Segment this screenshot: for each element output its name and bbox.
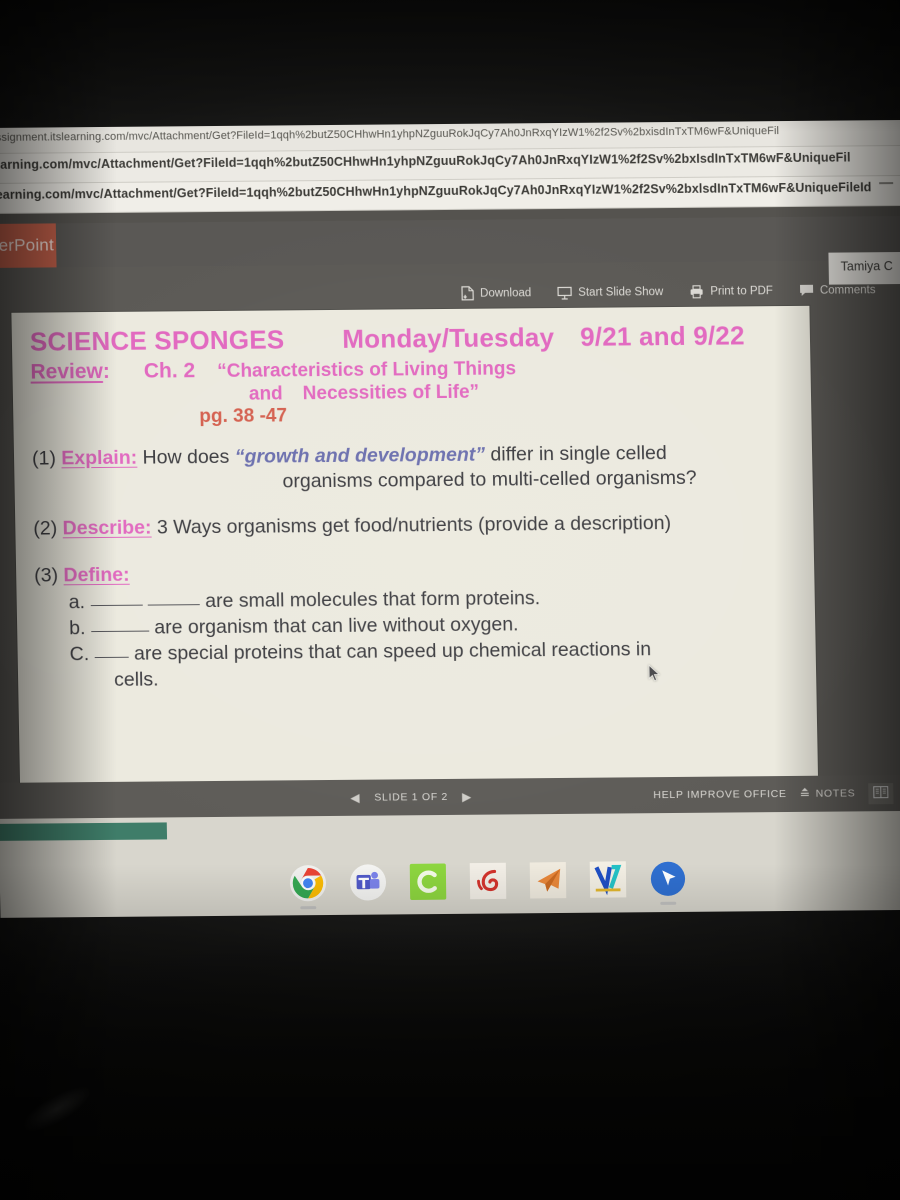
projector-photo: ://assignment.itslearning.com/mvc/Attach… [0,0,900,1200]
definition-b-blank-1 [90,630,149,632]
definition-c-text: are special proteins that can speed up c… [133,637,652,665]
comments-label: Comments [819,283,876,297]
definition-b-letter: b. [68,616,86,640]
foreground-darkness [0,930,900,1200]
taskbar-item-red-swirl[interactable] [469,862,507,900]
definition-b-text: are organism that can live without oxyge… [154,613,519,639]
definition-a-blank-1 [90,604,143,606]
comment-bubble-icon [799,284,814,297]
blue-cursor-icon [650,861,686,896]
question-1-text-after: differ in single celled [490,442,667,466]
chrome-icon [289,865,327,902]
green-window-strip [0,822,168,841]
review-colon: : [102,359,111,383]
desk-glint [16,1078,98,1140]
printer-icon [689,284,704,298]
question-1-verb: Explain: [61,446,138,470]
app-tab-row: werPoint [0,215,900,269]
notes-label: NOTES [815,787,856,800]
quote-line-1: “Characteristics of Living Things [217,358,517,382]
review-label: Review [30,359,104,384]
help-improve-office-link[interactable]: HELP IMPROVE OFFICE [653,788,787,801]
taskbar-item-paper-plane[interactable] [529,861,567,899]
powerpoint-tab[interactable]: werPoint [0,223,57,269]
reading-view-icon [873,785,889,798]
taskbar-item-blue-cursor[interactable] [649,860,687,905]
question-1-text-before: How does [142,445,230,469]
previous-slide-button[interactable]: ◀ [350,791,360,805]
slide-counter: SLIDE 1 OF 2 [374,790,449,804]
account-chip[interactable]: Tamiya C [828,251,900,285]
download-icon [461,286,474,301]
taskbar [168,836,809,926]
taskbar-item-v-logo[interactable] [589,860,627,898]
question-3-verb: Define: [63,563,130,587]
definition-item-c: C. are special proteins that can speed u… [69,636,798,694]
chapter-label: Ch. 2 [143,359,196,383]
slide-title-row: SCIENCE SPONGES Monday/Tuesday 9/21 and … [30,320,793,358]
slide-nav-group: ◀ SLIDE 1 OF 2 ▶ [350,790,472,805]
definition-a-text: are small molecules that form proteins. [205,586,541,612]
question-3: (3) Define: [34,557,796,589]
projected-screen: ://assignment.itslearning.com/mvc/Attach… [0,119,900,918]
start-slide-show-button[interactable]: Start Slide Show [557,285,663,300]
definition-c-letter: C. [69,642,90,665]
chrome-running-indicator [300,906,317,910]
question-1-emphasis: “growth and development” [234,443,486,468]
taskbar-item-teams[interactable] [349,863,387,901]
reading-view-button[interactable] [868,782,894,804]
quote-and: and [248,383,283,405]
status-bar-right-group: HELP IMPROVE OFFICE NOTES [653,782,900,805]
page-reference: pg. 38 -47 [199,405,288,428]
question-3-number: (3) [34,564,59,587]
definition-a-letter: a. [68,590,86,614]
teams-icon [349,864,387,901]
download-button[interactable]: Download [461,285,531,301]
notes-icon [800,787,811,801]
url-bar-line-3[interactable]: itslearning.com/mvc/Attachment/Get?FileI… [0,175,900,215]
definitions-list: a. are small molecules that form protein… [68,584,798,694]
print-to-pdf-button[interactable]: Print to PDF [689,284,773,299]
notes-button[interactable]: NOTES [800,786,856,800]
quote-line-2: Necessities of Life” [302,381,480,405]
mouse-cursor-icon [648,664,661,688]
question-1: (1) Explain: How does “growth and develo… [32,440,795,497]
red-swirl-icon [469,862,507,900]
next-slide-button[interactable]: ▶ [462,790,472,804]
slide-title-days: Monday/Tuesday [342,322,555,354]
definition-c-wrap: cells. [113,668,159,691]
download-label: Download [480,286,532,300]
slide-title-dates: 9/21 and 9/22 [579,320,745,352]
blue-cursor-running-indicator [660,901,677,905]
slide-canvas[interactable]: SCIENCE SPONGES Monday/Tuesday 9/21 and … [11,305,819,783]
taskbar-item-clever[interactable] [409,863,447,901]
paper-plane-icon [529,861,567,899]
slide-title-main: SCIENCE SPONGES [29,324,285,357]
question-2-number: (2) [33,517,58,540]
browser-url-stack: ://assignment.itslearning.com/mvc/Attach… [0,119,900,215]
v-logo-icon [589,861,627,898]
slideshow-icon [557,285,572,300]
question-2-text: 3 Ways organisms get food/nutrients (pro… [156,511,672,539]
question-1-second-line: organisms compared to multi-celled organ… [282,466,697,493]
question-2: (2) Describe: 3 Ways organisms get food/… [33,510,795,542]
slideshow-label: Start Slide Show [578,285,664,299]
question-1-number: (1) [31,447,57,470]
print-label: Print to PDF [710,284,774,298]
question-2-verb: Describe: [62,516,152,540]
definition-a-blank-2 [147,603,200,606]
comments-button[interactable]: Comments [799,283,876,297]
minimize-button[interactable] [879,182,894,185]
definition-c-blank-1 [94,656,129,658]
taskbar-item-chrome[interactable] [289,864,327,910]
clever-icon [409,863,447,900]
